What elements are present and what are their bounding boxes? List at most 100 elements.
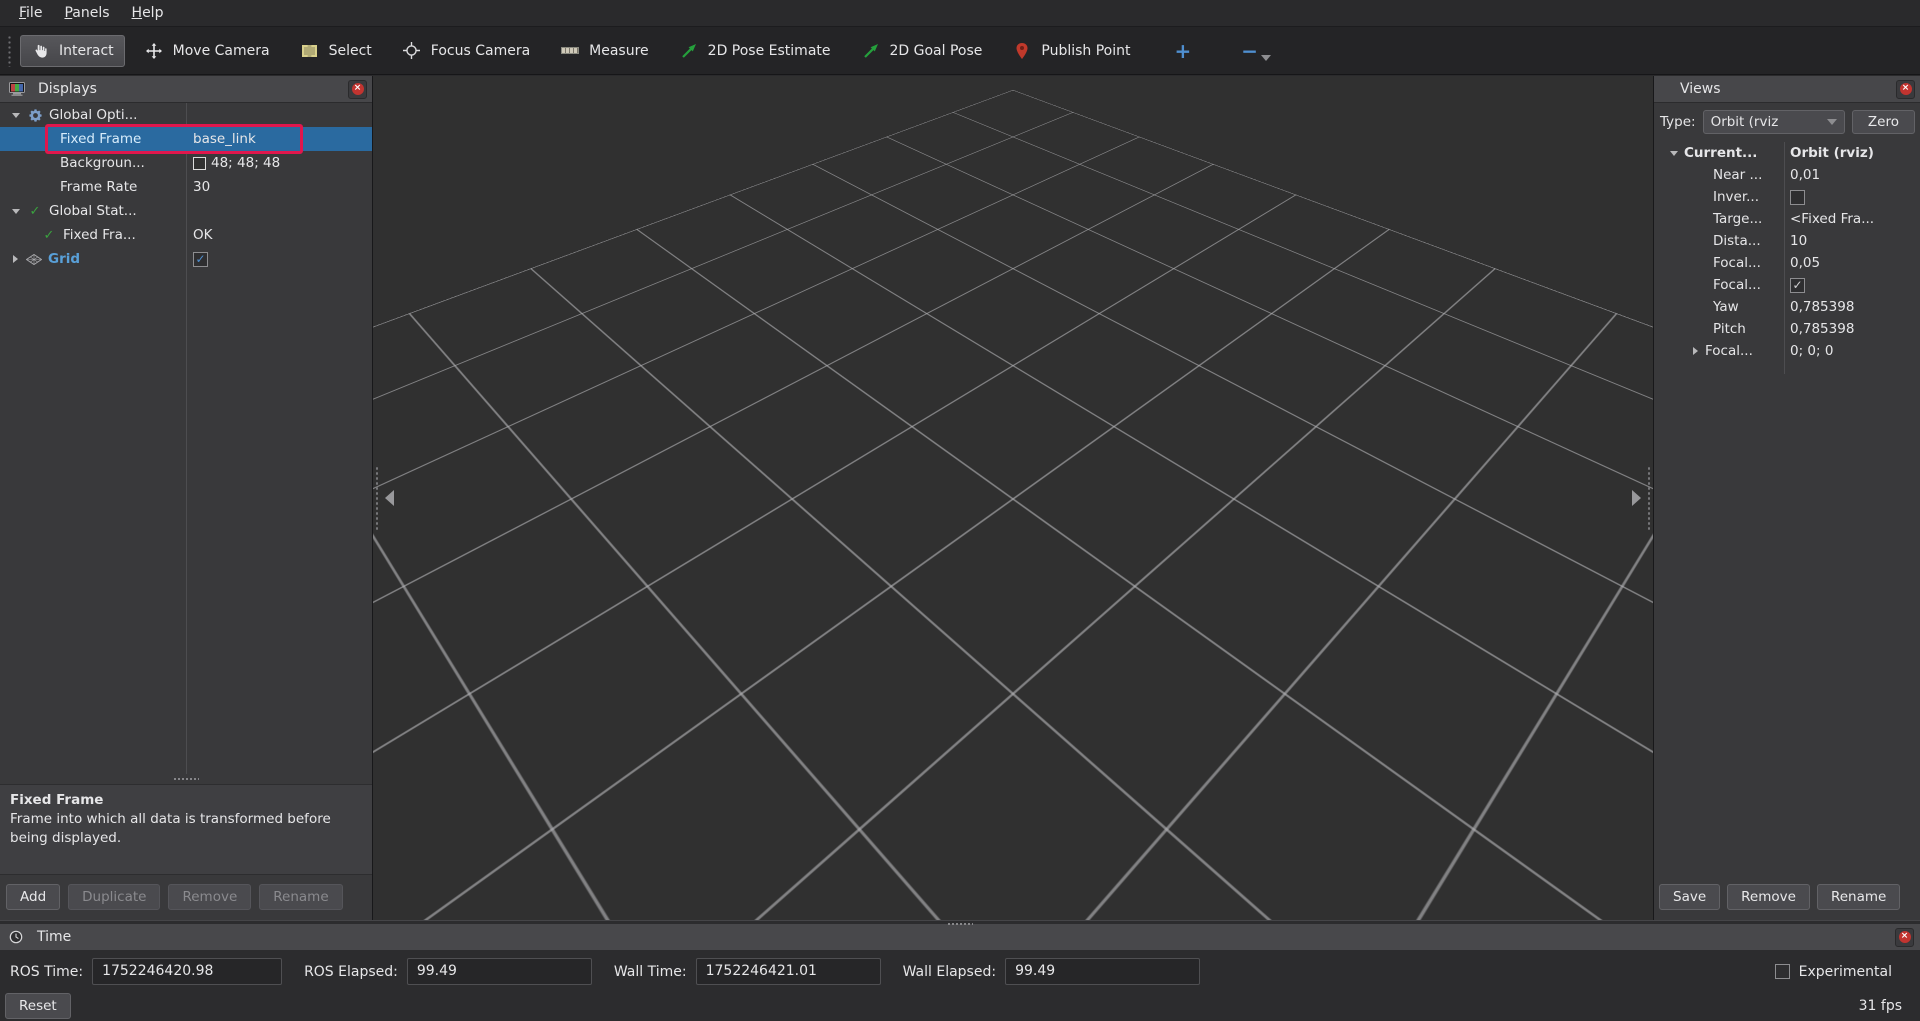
property-value: 10 <box>1790 233 1807 249</box>
row-value-cell: ✓ <box>1784 274 1920 296</box>
tool-label: Select <box>329 43 372 59</box>
enabled-checkbox[interactable]: ✓ <box>193 252 208 267</box>
time-panel-resize-handle[interactable] <box>947 922 973 926</box>
tool-move-camera[interactable]: Move Camera <box>134 35 281 67</box>
grid-perspective <box>373 76 1653 920</box>
remove-tool-button[interactable]: − <box>1231 37 1281 65</box>
menu-panels[interactable]: Panels <box>53 2 120 24</box>
views-button-row: Save Remove Rename <box>1654 875 1920 920</box>
property-value: 0; 0; 0 <box>1790 343 1833 359</box>
view-type-dropdown[interactable]: Orbit (rviz <box>1703 110 1845 134</box>
save-button-views[interactable]: Save <box>1659 884 1720 910</box>
tool-label: Measure <box>589 43 649 59</box>
viewport-3d[interactable] <box>373 76 1653 920</box>
wall-time-input[interactable]: 1752246421.01 <box>696 958 881 985</box>
views-row-yaw-7[interactable]: Yaw0,785398 <box>1654 296 1920 318</box>
tool-2d-goal-pose[interactable]: 2D Goal Pose <box>851 34 994 68</box>
property-checkbox[interactable] <box>1790 190 1805 205</box>
check-icon: ✓ <box>26 204 44 219</box>
experimental-checkbox[interactable] <box>1775 964 1790 979</box>
rename-button-views[interactable]: Rename <box>1817 884 1900 910</box>
property-label: Current... <box>1684 145 1757 161</box>
collapse-left-panel-arrow[interactable] <box>385 490 394 506</box>
displays-row-fixed-fra[interactable]: ✓Fixed Fra...OK <box>0 223 372 247</box>
displays-panel-title: Displays <box>38 81 341 97</box>
collapse-right-panel-arrow[interactable] <box>1632 490 1641 506</box>
expander-right-icon[interactable] <box>1693 347 1698 355</box>
remove-button[interactable]: Remove <box>168 884 251 910</box>
views-tree: Current... Orbit (rviz) Near ...0,01Inver.… <box>1654 142 1920 374</box>
property-label: Focal... <box>1705 343 1753 359</box>
add-button[interactable]: Add <box>6 884 60 910</box>
ros-elapsed-input[interactable]: 99.49 <box>407 958 592 985</box>
property-checkbox[interactable]: ✓ <box>1790 278 1805 293</box>
color-swatch[interactable] <box>193 157 206 170</box>
time-fields: ROS Time:1752246420.98ROS Elapsed:99.49W… <box>0 950 1920 985</box>
property-value: 30 <box>193 179 210 195</box>
displays-row-backgroun[interactable]: Backgroun...48; 48; 48 <box>0 151 372 175</box>
close-icon: × <box>1899 931 1911 943</box>
right-panel-resize-handle[interactable] <box>1647 466 1651 530</box>
time-close-button[interactable]: × <box>1895 928 1914 947</box>
row-value-cell: 0,785398 <box>1784 318 1920 340</box>
views-row-targe-3[interactable]: Targe...<Fixed Fra... <box>1654 208 1920 230</box>
tool-focus-camera[interactable]: Focus Camera <box>392 34 541 67</box>
reset-button[interactable]: Reset <box>5 993 71 1019</box>
clock-icon <box>7 930 25 944</box>
tool-publish-point[interactable]: Publish Point <box>1002 35 1141 67</box>
property-value: Orbit (rviz) <box>1790 145 1874 161</box>
row-label-cell: Targe... <box>1654 208 1784 230</box>
wall-elapsed-input[interactable]: 99.49 <box>1005 958 1200 985</box>
displays-row-global-stat[interactable]: ✓Global Stat... <box>0 199 372 223</box>
add-tool-button[interactable]: + <box>1165 37 1202 65</box>
views-row-inver-2[interactable]: Inver... <box>1654 186 1920 208</box>
left-panel-resize-handle[interactable] <box>375 466 379 530</box>
zero-button[interactable]: Zero <box>1852 110 1915 134</box>
displays-row-grid[interactable]: Grid✓ <box>0 247 372 271</box>
duplicate-button[interactable]: Duplicate <box>68 884 160 910</box>
expander-down-icon[interactable] <box>12 113 20 118</box>
menu-file[interactable]: File <box>8 2 53 24</box>
displays-splitter[interactable] <box>0 774 372 784</box>
row-label-cell: Fixed Frame <box>0 127 186 151</box>
ros-time-input[interactable]: 1752246420.98 <box>92 958 282 985</box>
rename-button[interactable]: Rename <box>259 884 342 910</box>
property-label: Fixed Fra... <box>63 227 136 243</box>
views-row-focal-9[interactable]: Focal... 0; 0; 0 <box>1654 340 1920 362</box>
tool-measure[interactable]: Measure <box>550 35 660 67</box>
map-pin-icon <box>1013 43 1031 59</box>
row-label-cell: Near ... <box>1654 164 1784 186</box>
time-field-label: ROS Time: <box>10 964 83 980</box>
time-field-ros-elapsed: ROS Elapsed: 99.49 <box>304 958 592 985</box>
row-value-cell: base_link <box>186 127 372 151</box>
drag-dots-icon <box>173 777 199 781</box>
toolbar-drag-handle[interactable] <box>7 35 13 67</box>
time-bottom-row: Reset 31 fps <box>0 985 1920 1019</box>
views-row-focal-6[interactable]: Focal...✓ <box>1654 274 1920 296</box>
views-row-near-1[interactable]: Near ...0,01 <box>1654 164 1920 186</box>
views-row-dista-4[interactable]: Dista...10 <box>1654 230 1920 252</box>
expander-down-icon[interactable] <box>12 209 20 214</box>
views-row-pitch-8[interactable]: Pitch 0,785398 <box>1654 318 1920 340</box>
remove-button-views[interactable]: Remove <box>1727 884 1810 910</box>
tool-select[interactable]: Select <box>290 35 383 67</box>
displays-close-button[interactable]: × <box>348 80 367 99</box>
row-label-cell: Pitch <box>1654 318 1784 340</box>
property-label: Pitch <box>1713 321 1746 337</box>
views-close-button[interactable]: × <box>1896 80 1915 99</box>
expander-down-icon[interactable] <box>1670 151 1678 156</box>
views-row-focal-5[interactable]: Focal...0,05 <box>1654 252 1920 274</box>
views-row-current-0[interactable]: Current... Orbit (rviz) <box>1654 142 1920 164</box>
displays-row-frame-rate[interactable]: Frame Rate 30 <box>0 175 372 199</box>
displays-row-global-opti[interactable]: Global Opti... <box>0 103 372 127</box>
chevron-down-icon <box>1827 119 1837 125</box>
menu-help[interactable]: Help <box>121 2 175 24</box>
expander-right-icon[interactable] <box>13 255 18 263</box>
column-divider[interactable] <box>1784 142 1785 374</box>
time-field-label: ROS Elapsed: <box>304 964 398 980</box>
tool-2d-pose-estimate[interactable]: 2D Pose Estimate <box>669 34 842 68</box>
tool-label: 2D Pose Estimate <box>708 43 831 59</box>
tool-interact[interactable]: Interact <box>20 35 125 67</box>
property-label: Frame Rate <box>60 179 137 195</box>
displays-row-fixed-frame[interactable]: Fixed Framebase_link <box>0 127 372 151</box>
